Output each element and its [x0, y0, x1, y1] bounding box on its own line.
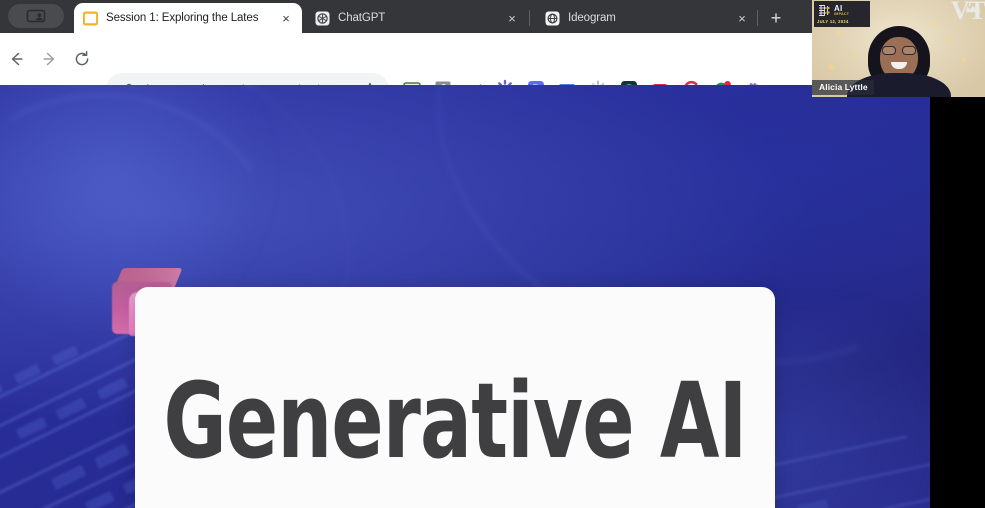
back-button[interactable] [4, 47, 28, 71]
new-tab-button[interactable]: + [764, 6, 788, 30]
chatgpt-icon [314, 10, 330, 26]
browser-tab-1-close-icon[interactable]: × [504, 10, 520, 26]
reload-button[interactable] [70, 47, 94, 71]
browser-tab-0[interactable]: Session 1: Exploring the Lates × [74, 3, 302, 33]
tab-search-button[interactable] [8, 4, 64, 28]
slide-title-card: Generative AI [135, 287, 775, 508]
slide-title: Generative AI [163, 359, 747, 482]
browser-tab-0-title: Session 1: Exploring the Lates [106, 12, 259, 24]
ai-impact-mark-icon [817, 4, 832, 17]
browser-tab-2[interactable]: Ideogram × [536, 3, 758, 33]
event-logo-date: JULY 12, 2024 [817, 19, 849, 24]
browser-tab-1-title: ChatGPT [338, 12, 386, 24]
browser-tab-2-title: Ideogram [568, 12, 616, 24]
event-logo: AI IMPACT JULY 12, 2024 [814, 1, 870, 27]
tab-search-icon [26, 9, 46, 23]
browser-tab-0-close-icon[interactable]: × [278, 10, 294, 26]
screen-root: Session 1: Exploring the Lates × ChatGPT… [0, 0, 985, 508]
letterbox-right [930, 85, 985, 508]
tab-divider-1 [529, 10, 530, 26]
browser-tab-1[interactable]: ChatGPT × [306, 3, 528, 33]
ideogram-icon [544, 10, 560, 26]
google-slides-icon [82, 10, 98, 26]
tab-divider-2 [757, 10, 758, 26]
participant-name-badge: Alicia Lyttle [812, 80, 874, 95]
participant-video-tile[interactable]: AI IMPACT JULY 12, 2024 VT Alicia Lyttle [812, 0, 985, 97]
presentation-slide[interactable]: Generative AI [0, 85, 930, 508]
crown-icon [965, 0, 981, 13]
browser-tab-2-close-icon[interactable]: × [734, 10, 750, 26]
forward-button[interactable] [38, 47, 62, 71]
event-logo-secondary: IMPACT [834, 11, 850, 16]
